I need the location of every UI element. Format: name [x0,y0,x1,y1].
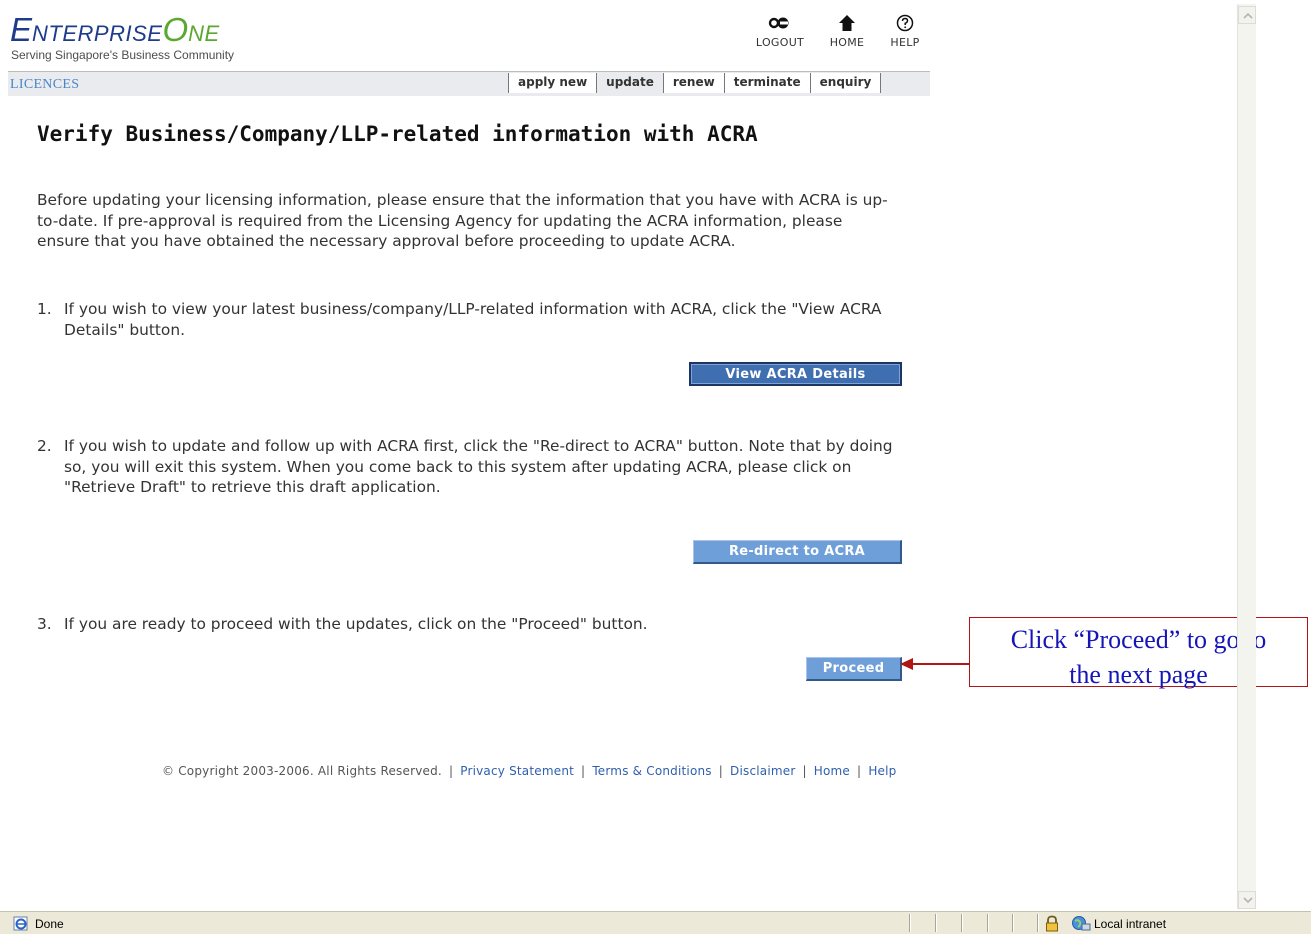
logout-key-icon [768,17,789,29]
callout-line-1: Click “Proceed” to go to [1010,625,1267,654]
footer-separator: | [581,764,586,778]
step-number: 1. [37,300,52,318]
logo-letter-o: O [162,11,189,48]
tab-enquiry[interactable]: enquiry [809,73,882,93]
logo-text-enterprise: NTERPRISE [32,21,163,46]
footer-separator: | [448,764,454,778]
tab-bar: apply new update renew terminate enquiry [508,73,882,93]
chevron-down-icon [1243,897,1253,904]
footer-link-privacy[interactable]: Privacy Statement [460,764,574,778]
footer-link-terms[interactable]: Terms & Conditions [592,764,711,778]
section-label: LICENCES [10,77,80,92]
chevron-up-icon [1243,12,1253,19]
help-label: HELP [890,36,920,49]
status-divider [987,914,988,932]
lock-icon [1046,915,1058,932]
intro-paragraph: Before updating your licensing informati… [37,191,888,250]
status-divider [935,914,936,932]
step-3: 3. If you are ready to proceed with the … [37,614,907,635]
security-zone-text: Local intranet [1094,917,1167,931]
logo-tagline: Serving Singapore's Business Community [11,48,235,62]
home-label: HOME [829,36,865,49]
redirect-to-acra-button[interactable]: Re-direct to ACRA [693,540,902,564]
footer-link-disclaimer[interactable]: Disclaimer [730,764,795,778]
footer: © Copyright 2003-2006. All Rights Reserv… [162,764,896,778]
footer-link-home[interactable]: Home [814,764,850,778]
logo-text-one: NE [188,21,220,46]
logo-letter-e: E [10,11,33,48]
footer-separator: | [718,764,724,778]
callout-arrow-icon [900,658,969,670]
status-divider [961,914,962,932]
step-1: 1. If you wish to view your latest busin… [37,299,907,340]
annotation-callout: Click “Proceed” to go to the next page [969,617,1308,689]
callout-line-2: the next page [1069,660,1208,689]
footer-separator: | [802,764,807,778]
scroll-up-button[interactable] [1238,6,1256,24]
page-title: Verify Business/Company/LLP-related info… [37,122,758,146]
status-divider [1037,914,1038,932]
logout-label: LOGOUT [755,36,805,49]
step-text: If you wish to update and follow up with… [64,437,893,496]
step-2: 2. If you wish to update and follow up w… [37,436,907,498]
footer-separator: | [857,764,862,778]
step-text: If you are ready to proceed with the upd… [64,615,648,633]
step-number: 2. [37,437,52,455]
tab-update[interactable]: update [596,73,663,93]
status-divider [1012,914,1013,932]
help-icon [896,14,914,32]
browser-status-bar: Done Local intranet [0,911,1311,934]
view-acra-details-button[interactable]: View ACRA Details [689,362,902,386]
intranet-globe-icon [1072,916,1091,931]
footer-link-help[interactable]: Help [868,764,896,778]
help-link[interactable]: HELP [875,14,935,49]
copyright-text: © Copyright 2003-2006. All Rights Reserv… [162,764,442,778]
tab-renew[interactable]: renew [662,73,724,93]
status-text: Done [35,917,64,931]
status-divider [909,914,910,932]
home-icon [839,15,855,31]
scroll-down-button[interactable] [1238,891,1256,909]
proceed-button[interactable]: Proceed [806,657,902,681]
step-text: If you wish to view your latest business… [64,300,882,339]
step-number: 3. [37,615,52,633]
vertical-scrollbar[interactable] [1237,4,1256,909]
home-link[interactable]: HOME [817,14,877,49]
tab-terminate[interactable]: terminate [723,73,810,93]
ie-page-icon [13,916,28,931]
logout-link[interactable]: LOGOUT [750,14,810,49]
tab-apply-new[interactable]: apply new [508,73,597,93]
enterpriseone-logo: ENTERPRISEONE Serving Singapore's Busine… [10,11,310,62]
